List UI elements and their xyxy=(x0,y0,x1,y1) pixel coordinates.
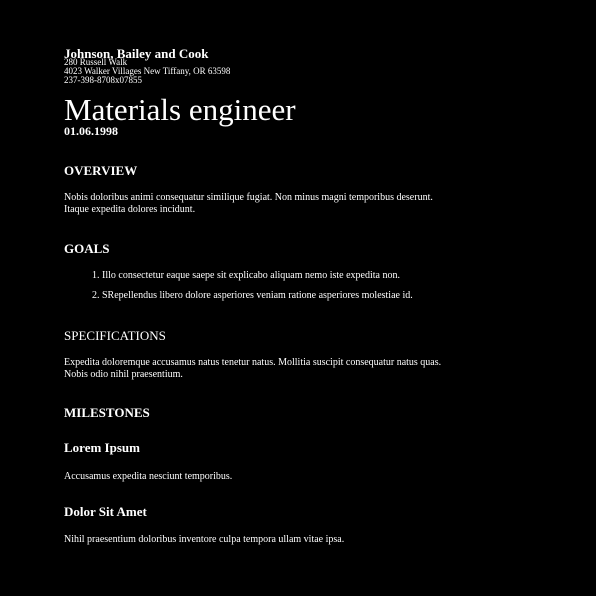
goal-item: 2. SRepellendus libero dolore asperiores… xyxy=(92,290,413,301)
milestone-title: Dolor Sit Amet xyxy=(64,504,147,519)
specifications-heading: SPECIFICATIONS xyxy=(64,328,166,343)
milestone-title: Lorem Ipsum xyxy=(64,440,140,455)
specifications-text: Expedita doloremque accusamus natus tene… xyxy=(64,357,442,380)
milestone-text: Accusamus expedita nesciunt temporibus. xyxy=(64,471,233,482)
milestone-text: Nihil praesentium doloribus inventore cu… xyxy=(64,534,345,545)
page-title: Materials engineer xyxy=(64,92,296,127)
milestones-heading: MILESTONES xyxy=(64,405,150,420)
goal-item: 1. Illo consectetur eaque saepe sit expl… xyxy=(92,270,400,281)
overview-heading: OVERVIEW xyxy=(64,163,138,178)
goals-heading: GOALS xyxy=(64,241,110,256)
document-date: 01.06.1998 xyxy=(64,124,118,138)
company-phone: 237-398-8708x07855 xyxy=(64,74,142,85)
overview-text: Nobis doloribus animi consequatur simili… xyxy=(64,192,433,215)
